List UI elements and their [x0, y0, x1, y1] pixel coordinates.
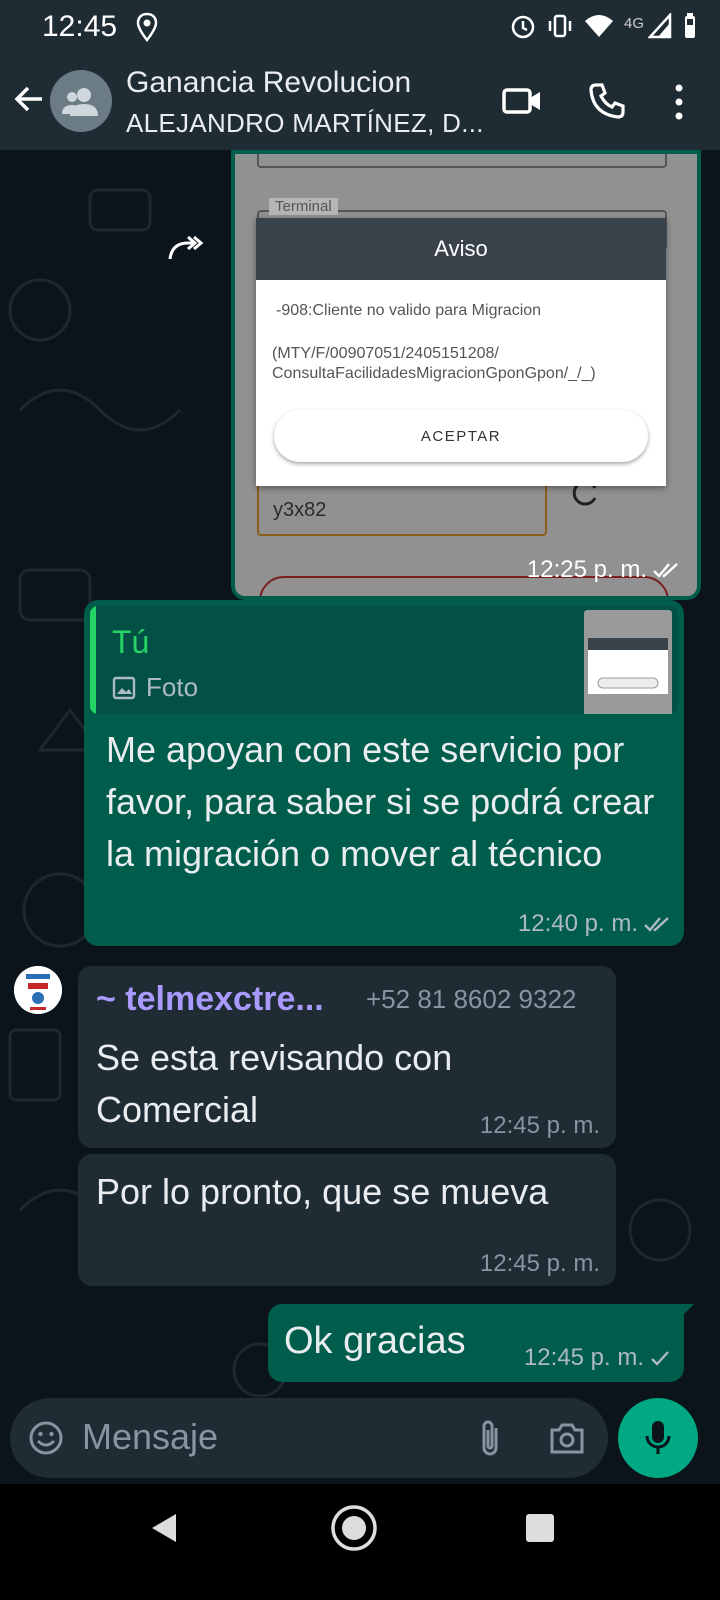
status-bar: 12:45 4G — [0, 0, 720, 52]
phone-call-icon[interactable] — [588, 82, 626, 120]
chat-participants[interactable]: ALEJANDRO MARTÍNEZ, D... — [126, 108, 484, 139]
single-check-icon — [651, 1351, 669, 1366]
dialog-title: Aviso — [256, 218, 666, 280]
chat-header[interactable]: Ganancia Revolucion ALEJANDRO MARTÍNEZ, … — [0, 52, 720, 150]
message-text: Por lo pronto, que se mueva — [96, 1171, 549, 1212]
emoji-icon[interactable] — [28, 1420, 64, 1456]
location-icon — [136, 12, 158, 42]
vibrate-icon — [548, 14, 572, 38]
nav-home-icon[interactable] — [330, 1504, 378, 1552]
nav-back-icon[interactable] — [150, 1512, 180, 1544]
back-arrow-icon[interactable] — [10, 80, 48, 118]
system-nav-bar — [0, 1484, 720, 1600]
quote-author: Tú — [112, 624, 150, 660]
quote-thumbnail — [584, 610, 672, 714]
double-check-icon — [653, 563, 678, 578]
quote-bar — [90, 606, 96, 714]
nav-recents-icon[interactable] — [526, 1514, 554, 1542]
group-avatar-icon[interactable] — [50, 70, 112, 132]
quote-type: Foto — [112, 672, 198, 703]
alert-dialog: Aviso -908:Cliente no valido para Migrac… — [256, 218, 666, 486]
message-composer[interactable]: Mensaje — [10, 1398, 608, 1478]
camera-icon[interactable] — [548, 1420, 586, 1456]
message-time: 12:45 p. m. — [523, 1344, 644, 1371]
chat-title[interactable]: Ganancia Revolucion — [126, 66, 411, 100]
double-check-icon — [644, 917, 669, 932]
status-time: 12:45 — [42, 10, 118, 43]
video-call-icon[interactable] — [502, 84, 542, 118]
alarm-icon — [511, 15, 535, 39]
message-time: 12:45 p. m. — [479, 1250, 600, 1277]
quote-type-label: Foto — [146, 672, 199, 702]
message-input[interactable]: Mensaje — [82, 1416, 218, 1458]
message-text: Ok gracias — [284, 1320, 466, 1362]
forward-icon[interactable] — [168, 233, 208, 263]
sender-avatar[interactable] — [14, 966, 62, 1014]
message-time: 12:45 p. m. — [479, 1112, 600, 1139]
message-time: 12:25 p. m. — [526, 556, 647, 583]
quoted-message[interactable]: Tú Foto — [90, 606, 678, 714]
dialog-error-line: -908:Cliente no valido para Migracion — [276, 302, 542, 319]
more-vert-icon[interactable] — [668, 82, 690, 122]
code-field-value: y3x82 — [273, 499, 327, 521]
image-message[interactable]: Terminal y3x82 Aviso -908:Cliente no val… — [231, 150, 701, 600]
network-type: 4G — [623, 14, 644, 32]
signal-icon — [648, 13, 672, 39]
battery-icon — [685, 13, 695, 38]
message-meta: 12:45 p. m. — [524, 1344, 670, 1372]
attach-icon[interactable] — [476, 1418, 506, 1458]
screenshot-image[interactable]: Terminal y3x82 Aviso -908:Cliente no val… — [235, 154, 697, 596]
sender-phone: +52 81 8602 9322 — [366, 984, 577, 1014]
sender-name[interactable]: ~ telmexctre... — [96, 980, 324, 1019]
people-icon — [62, 88, 98, 116]
photo-icon — [112, 676, 136, 699]
wifi-icon — [584, 15, 613, 37]
reply-message[interactable]: Tú Foto Me apoyan con este servicio por … — [84, 600, 684, 946]
incoming-message[interactable]: Por lo pronto, que se mueva 12:45 p. m. — [78, 1154, 616, 1286]
incoming-message[interactable]: ~ telmexctre... +52 81 8602 9322 Se esta… — [78, 966, 616, 1148]
dialog-accept-button: ACEPTAR — [274, 410, 648, 462]
message-meta: 12:40 p. m. — [518, 910, 670, 938]
message-meta: 12:25 p. m. — [527, 556, 679, 584]
terminal-label: Terminal — [269, 198, 338, 215]
message-text: Me apoyan con este servicio por favor, p… — [106, 729, 655, 874]
message-time: 12:40 p. m. — [517, 910, 638, 937]
mic-icon — [645, 1421, 671, 1454]
dialog-error-detail: (MTY/F/00907051/2405151208/ ConsultaFaci… — [272, 345, 596, 382]
outgoing-message[interactable]: Ok gracias 12:45 p. m. — [268, 1304, 694, 1382]
mic-button[interactable] — [618, 1398, 698, 1478]
